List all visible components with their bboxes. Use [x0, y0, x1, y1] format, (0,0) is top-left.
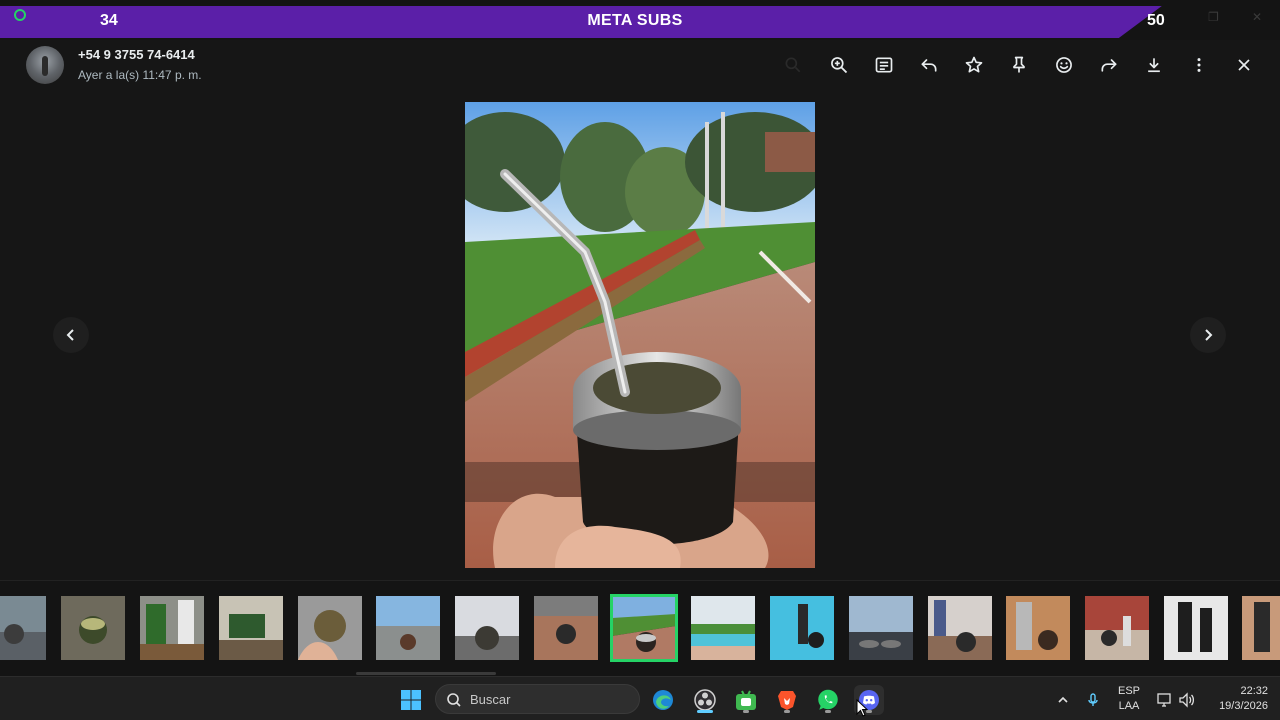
windows-start-icon[interactable]	[396, 685, 426, 715]
language-indicator[interactable]: ESP LAA	[1112, 685, 1146, 712]
whatsapp-media-viewer: 34 META SUBS 50 ❐ ✕ +54 9 3755 74-6414 A…	[0, 0, 1280, 720]
star-icon[interactable]	[957, 48, 991, 82]
media-header: +54 9 3755 74-6414 Ayer a la(s) 11:47 p.…	[0, 40, 1280, 90]
thumbnail[interactable]	[1242, 596, 1280, 660]
thumbnail[interactable]	[140, 596, 204, 660]
previous-media-button[interactable]	[53, 317, 89, 353]
zoom-out-icon	[776, 48, 810, 82]
volume-icon[interactable]	[1172, 685, 1202, 715]
thumbnail[interactable]	[691, 596, 755, 660]
media-thumbnail-strip	[0, 580, 1280, 676]
media-image[interactable]	[465, 102, 815, 568]
obs-studio-icon[interactable]	[690, 685, 720, 715]
brave-browser-icon[interactable]	[772, 685, 802, 715]
edge-browser-icon[interactable]	[648, 685, 678, 715]
thumbnail-scrollbar[interactable]	[356, 672, 496, 675]
show-hidden-icons-chevron-up-icon[interactable]	[1048, 685, 1078, 715]
mate-photo	[465, 102, 815, 568]
emoji-icon[interactable]	[1047, 48, 1081, 82]
whatsapp-icon[interactable]	[813, 685, 843, 715]
thumbnail[interactable]	[1006, 596, 1070, 660]
media-toolbar	[0, 48, 1280, 82]
close-icon[interactable]	[1227, 48, 1261, 82]
restore-window-icon[interactable]: ❐	[1208, 10, 1219, 24]
chevron-left-icon	[66, 329, 74, 341]
thumbnail[interactable]	[1164, 596, 1228, 660]
thumbnail-selected[interactable]	[610, 594, 678, 662]
thumbnail[interactable]	[1085, 596, 1149, 660]
next-media-button[interactable]	[1190, 317, 1226, 353]
running-indicator	[825, 710, 831, 713]
thumbnail[interactable]	[61, 596, 125, 660]
reply-icon[interactable]	[912, 48, 946, 82]
goal-title: META SUBS	[587, 12, 683, 29]
clock-date: 19/3/2026	[1219, 700, 1268, 712]
thumbnail[interactable]	[849, 596, 913, 660]
windows-taskbar: Buscar ESP LAA 22:32 19/3/2026	[0, 676, 1280, 720]
zoom-in-icon[interactable]	[822, 48, 856, 82]
subscriber-goal-banner: 34 META SUBS 50 ❐ ✕	[0, 0, 1280, 40]
caption-icon[interactable]	[867, 48, 901, 82]
thumbnail[interactable]	[770, 596, 834, 660]
system-clock[interactable]: 22:32 19/3/2026	[1202, 685, 1268, 712]
running-indicator	[784, 710, 790, 713]
mouse-cursor-icon	[856, 699, 868, 717]
search-placeholder: Buscar	[470, 692, 511, 707]
more-icon[interactable]	[1182, 48, 1216, 82]
clock-time: 22:32	[1240, 685, 1268, 697]
download-icon[interactable]	[1137, 48, 1171, 82]
chevron-right-icon	[1205, 329, 1213, 341]
taskbar-search[interactable]: Buscar	[435, 684, 640, 714]
thumbnail[interactable]	[219, 596, 283, 660]
running-indicator	[697, 710, 713, 713]
search-icon	[447, 693, 461, 707]
thumbnail[interactable]	[928, 596, 992, 660]
language-code: ESP	[1117, 685, 1140, 697]
goal-end-value: 50	[1147, 12, 1165, 29]
microphone-icon[interactable]	[1078, 685, 1108, 715]
android-app-icon[interactable]	[731, 685, 761, 715]
running-indicator	[743, 710, 749, 713]
thumbnail[interactable]	[376, 596, 440, 660]
keyboard-layout: LAA	[1118, 700, 1140, 712]
pin-icon[interactable]	[1002, 48, 1036, 82]
thumbnail[interactable]	[455, 596, 519, 660]
thumbnail[interactable]	[298, 596, 362, 660]
forward-icon[interactable]	[1092, 48, 1126, 82]
thumbnail[interactable]	[0, 596, 46, 660]
thumbnail[interactable]	[534, 596, 598, 660]
close-window-icon[interactable]: ✕	[1252, 10, 1262, 24]
